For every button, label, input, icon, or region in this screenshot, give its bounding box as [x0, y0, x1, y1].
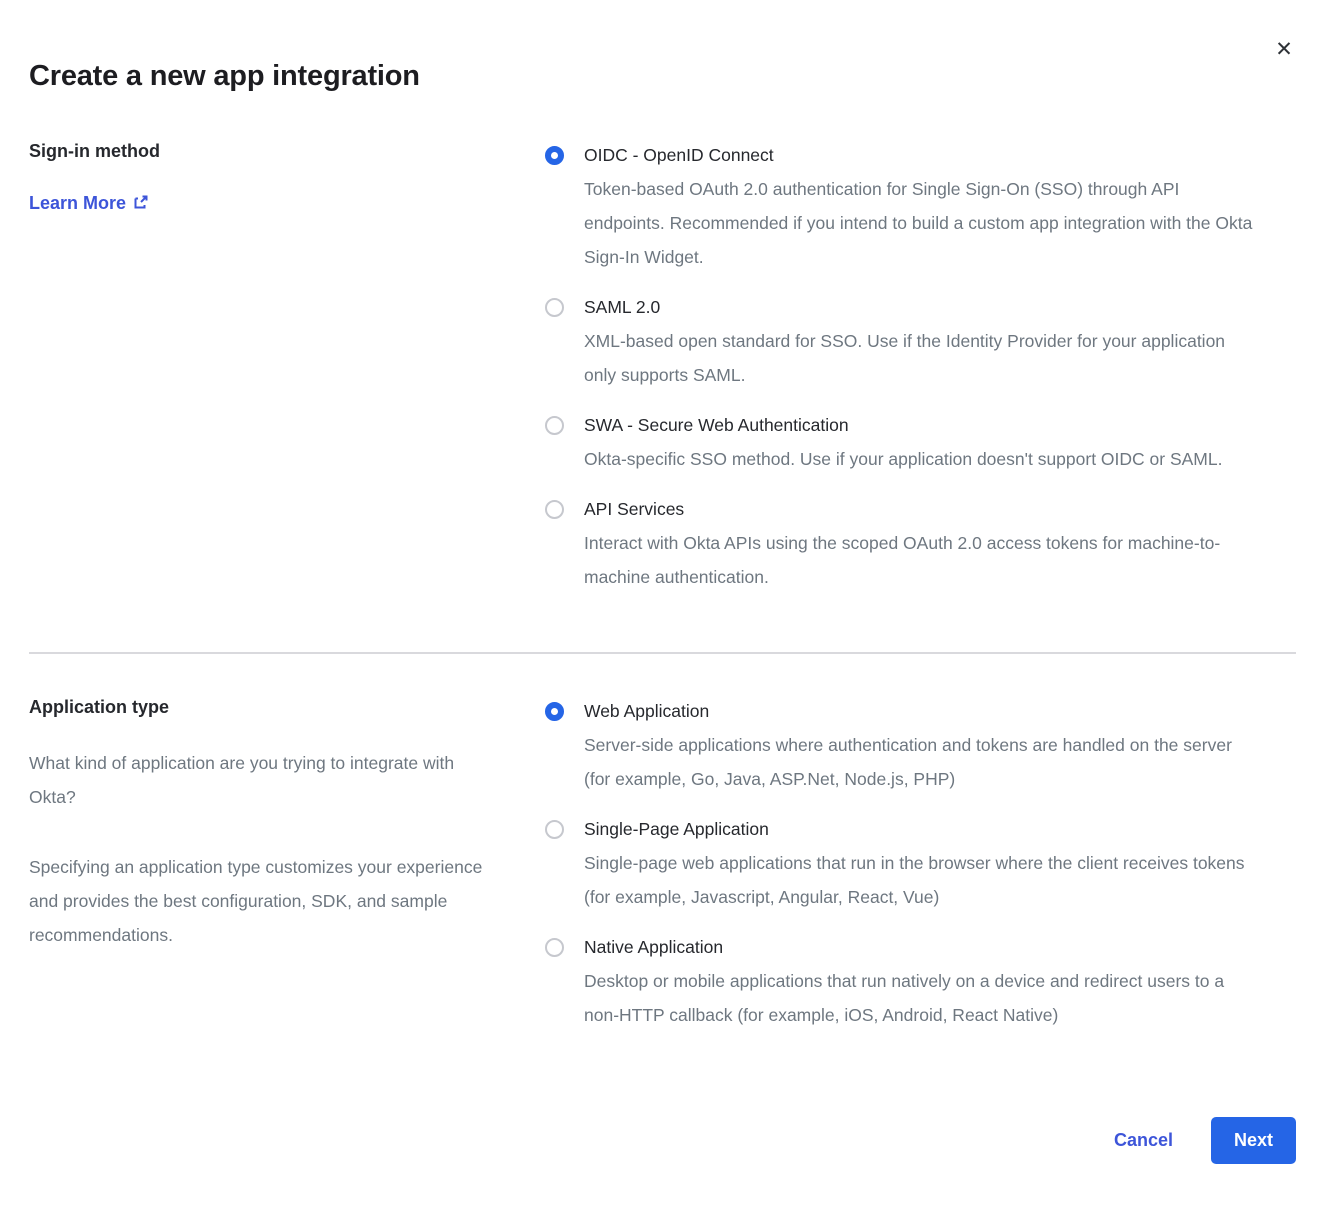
option-desc-api-services: Interact with Okta APIs using the scoped… [584, 526, 1256, 594]
option-desc-oidc: Token-based OAuth 2.0 authentication for… [584, 172, 1256, 274]
cancel-button[interactable]: Cancel [1114, 1130, 1173, 1151]
option-label-single-page-application: Single-Page Application [584, 812, 1256, 846]
radio-option-single-page-application[interactable]: Single-Page Application Single-page web … [545, 812, 1296, 914]
application-type-explainer: Specifying an application type customize… [29, 850, 505, 952]
external-link-icon [133, 192, 149, 216]
radio-saml-icon[interactable] [545, 298, 564, 317]
option-label-web-application: Web Application [584, 694, 1256, 728]
section-divider [29, 652, 1296, 654]
next-button[interactable]: Next [1211, 1117, 1296, 1164]
radio-oidc-icon[interactable] [545, 146, 564, 165]
radio-single-page-application-icon[interactable] [545, 820, 564, 839]
close-button[interactable]: ✕ [1270, 36, 1298, 64]
close-icon: ✕ [1275, 38, 1293, 61]
radio-option-swa[interactable]: SWA - Secure Web Authentication Okta-spe… [545, 408, 1296, 476]
option-label-native-application: Native Application [584, 930, 1256, 964]
learn-more-link[interactable]: Learn More [29, 190, 149, 216]
option-desc-swa: Okta-specific SSO method. Use if your ap… [584, 442, 1222, 476]
sign-in-method-left-column: Sign-in method Learn More [29, 138, 545, 216]
radio-swa-icon[interactable] [545, 416, 564, 435]
option-label-api-services: API Services [584, 492, 1256, 526]
learn-more-label: Learn More [29, 191, 126, 215]
option-label-swa: SWA - Secure Web Authentication [584, 408, 1222, 442]
dialog-footer: Cancel Next [1114, 1117, 1296, 1164]
sign-in-method-options: OIDC - OpenID Connect Token-based OAuth … [545, 138, 1296, 594]
radio-option-web-application[interactable]: Web Application Server-side applications… [545, 694, 1296, 796]
option-label-oidc: OIDC - OpenID Connect [584, 138, 1256, 172]
option-desc-web-application: Server-side applications where authentic… [584, 728, 1256, 796]
radio-api-services-icon[interactable] [545, 500, 564, 519]
application-type-options: Web Application Server-side applications… [545, 694, 1296, 1032]
option-desc-saml: XML-based open standard for SSO. Use if … [584, 324, 1256, 392]
option-desc-single-page-application: Single-page web applications that run in… [584, 846, 1256, 914]
option-label-saml: SAML 2.0 [584, 290, 1256, 324]
radio-native-application-icon[interactable] [545, 938, 564, 957]
radio-option-saml[interactable]: SAML 2.0 XML-based open standard for SSO… [545, 290, 1296, 392]
sign-in-method-heading: Sign-in method [29, 138, 505, 164]
application-type-heading: Application type [29, 694, 505, 720]
section-sign-in-method: Sign-in method Learn More OIDC - OpenID … [29, 138, 1296, 594]
radio-option-native-application[interactable]: Native Application Desktop or mobile app… [545, 930, 1296, 1032]
create-app-integration-dialog: ✕ Create a new app integration Sign-in m… [0, 0, 1332, 1210]
option-desc-native-application: Desktop or mobile applications that run … [584, 964, 1256, 1032]
application-type-question: What kind of application are you trying … [29, 746, 505, 814]
application-type-left-column: Application type What kind of applicatio… [29, 694, 545, 952]
dialog-title: Create a new app integration [29, 58, 1296, 94]
radio-web-application-icon[interactable] [545, 702, 564, 721]
radio-option-oidc[interactable]: OIDC - OpenID Connect Token-based OAuth … [545, 138, 1296, 274]
section-application-type: Application type What kind of applicatio… [29, 694, 1296, 1032]
radio-option-api-services[interactable]: API Services Interact with Okta APIs usi… [545, 492, 1296, 594]
